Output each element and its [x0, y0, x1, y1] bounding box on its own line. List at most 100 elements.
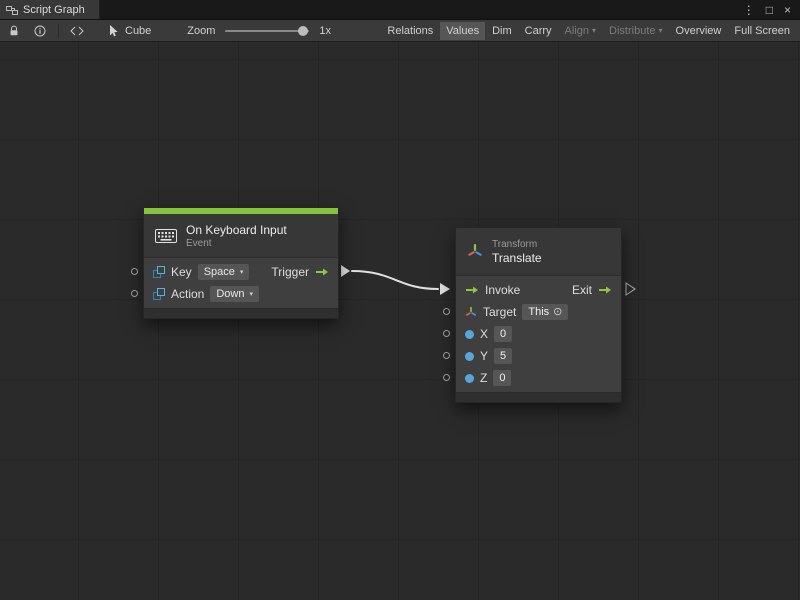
target-label: Target — [483, 305, 516, 319]
window-controls: ⋮ □ × — [743, 0, 800, 19]
toolbar-divider — [58, 24, 59, 38]
zoom-slider-track — [225, 30, 309, 32]
relations-button[interactable]: Relations — [381, 22, 439, 40]
float-type-icon — [465, 330, 474, 339]
menu-icon[interactable]: ⋮ — [743, 4, 755, 16]
target-input-port[interactable] — [443, 308, 450, 315]
exit-output-port[interactable] — [598, 285, 612, 295]
connection-wire — [0, 42, 800, 600]
maximize-icon[interactable]: □ — [766, 4, 773, 16]
relations-label: Relations — [387, 25, 433, 37]
float-type-icon — [465, 374, 474, 383]
trigger-output-stub[interactable] — [341, 265, 350, 277]
key-label: Key — [171, 265, 192, 279]
exit-output-stub[interactable] — [626, 283, 635, 295]
fullscreen-button[interactable]: Full Screen — [728, 22, 796, 40]
invoke-label: Invoke — [485, 283, 520, 297]
distribute-label: Distribute — [609, 25, 655, 37]
x-value-field[interactable]: 0 — [494, 326, 512, 342]
x-label: X — [480, 327, 488, 341]
node-subtitle: Event — [186, 238, 287, 249]
titlebar: Script Graph ⋮ □ × — [0, 0, 800, 20]
value-type-icon — [153, 288, 165, 300]
y-row: Y 5 — [456, 345, 621, 367]
overview-button[interactable]: Overview — [670, 22, 728, 40]
z-row: Z 0 — [456, 367, 621, 389]
lock-icon[interactable] — [4, 22, 24, 40]
keyboard-icon — [155, 229, 177, 243]
object-picker-icon[interactable]: ⊙ — [553, 305, 562, 319]
z-input-port[interactable] — [443, 374, 450, 381]
node-category: Transform — [492, 239, 542, 250]
keyboard-node-body: Key Space ▾ Trigger — [144, 258, 338, 308]
action-label: Action — [171, 287, 204, 301]
info-icon[interactable] — [30, 22, 50, 40]
trigger-output-port[interactable] — [315, 267, 329, 277]
unity-script-graph-window: Script Graph ⋮ □ × — [0, 0, 800, 600]
exit-label: Exit — [572, 283, 592, 297]
invoke-input-port[interactable] — [465, 285, 479, 295]
target-value: This — [528, 305, 549, 319]
zoom-value: 1x — [319, 25, 331, 37]
zoom-slider-knob[interactable] — [298, 26, 308, 36]
distribute-button[interactable]: Distribute ▾ — [603, 22, 668, 40]
y-input-port[interactable] — [443, 352, 450, 359]
action-dropdown-value: Down — [216, 288, 244, 300]
zoom-slider[interactable] — [225, 22, 309, 40]
align-button[interactable]: Align ▾ — [559, 22, 602, 40]
x-input-port[interactable] — [443, 330, 450, 337]
key-dropdown-value: Space — [204, 266, 235, 278]
code-icon[interactable] — [67, 22, 87, 40]
translate-node-footer — [456, 392, 621, 402]
graph-target-label: Cube — [125, 25, 151, 37]
transform-icon — [467, 243, 483, 260]
values-button[interactable]: Values — [440, 22, 485, 40]
z-value: 0 — [499, 371, 505, 385]
y-label: Y — [480, 349, 488, 363]
tab-label: Script Graph — [23, 4, 85, 16]
graph-toolbar: Cube Zoom 1x Relations Values Dim Carry … — [0, 20, 800, 42]
wire-trigger-to-invoke[interactable] — [352, 271, 438, 289]
trigger-label: Trigger — [271, 265, 309, 279]
values-label: Values — [446, 25, 479, 37]
chevron-down-icon: ▾ — [592, 27, 596, 35]
cursor-icon — [109, 25, 119, 37]
translate-node-header: Transform Translate — [456, 228, 621, 276]
overview-label: Overview — [676, 25, 722, 37]
float-type-icon — [465, 352, 474, 361]
z-value-field[interactable]: 0 — [493, 370, 511, 386]
close-icon[interactable]: × — [784, 4, 791, 16]
node-translate[interactable]: Transform Translate Invoke Exit — [455, 227, 622, 403]
node-on-keyboard-input[interactable]: On Keyboard Input Event Key Space ▾ Trig… — [143, 207, 339, 319]
carry-button[interactable]: Carry — [519, 22, 558, 40]
keyboard-node-header: On Keyboard Input Event — [144, 214, 338, 258]
chevron-down-icon: ▾ — [240, 268, 244, 276]
target-field[interactable]: This ⊙ — [522, 304, 568, 320]
action-row: Action Down ▾ — [144, 283, 338, 305]
key-dropdown[interactable]: Space ▾ — [198, 264, 250, 280]
key-input-port[interactable] — [131, 268, 138, 275]
action-input-port[interactable] — [131, 290, 138, 297]
tab-script-graph[interactable]: Script Graph — [0, 0, 100, 19]
axis-type-icon — [465, 306, 477, 319]
y-value: 5 — [500, 349, 506, 363]
value-type-icon — [153, 266, 165, 278]
fullscreen-label: Full Screen — [734, 25, 790, 37]
translate-node-body: Invoke Exit — [456, 276, 621, 392]
graph-target[interactable]: Cube — [109, 25, 151, 37]
translate-node-titles: Transform Translate — [492, 239, 542, 265]
keyboard-node-footer — [144, 308, 338, 318]
x-row: X 0 — [456, 323, 621, 345]
dim-button[interactable]: Dim — [486, 22, 518, 40]
align-label: Align — [565, 25, 589, 37]
x-value: 0 — [500, 327, 506, 341]
keyboard-node-titles: On Keyboard Input Event — [186, 223, 287, 249]
chevron-down-icon: ▾ — [659, 27, 663, 35]
invoke-row: Invoke Exit — [456, 279, 621, 301]
action-dropdown[interactable]: Down ▾ — [210, 286, 259, 302]
zoom-label: Zoom — [187, 25, 215, 37]
graph-canvas[interactable]: On Keyboard Input Event Key Space ▾ Trig… — [0, 42, 800, 600]
toolbar-button-group: Relations Values Dim Carry Align ▾ Distr… — [381, 22, 796, 40]
invoke-arrowhead — [440, 283, 450, 295]
y-value-field[interactable]: 5 — [494, 348, 512, 364]
